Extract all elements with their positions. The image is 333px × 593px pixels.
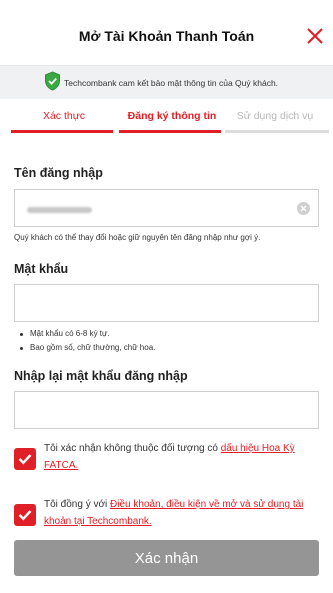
tab-use-service[interactable]: Sử dụng dịch vụ [225, 99, 329, 142]
tab-indicator [225, 130, 329, 133]
password-field[interactable] [14, 284, 319, 322]
password-label: Mật khẩu [14, 262, 69, 276]
terms-statement: Tôi đồng ý với [44, 499, 111, 510]
tab-label: Sử dụng dịch vụ [236, 110, 314, 122]
checkmark-icon [18, 510, 32, 521]
fatca-statement: Tôi xác nhận không thuộc đối tượng có [44, 443, 221, 454]
terms-consent: Tôi đồng ý với Điều khoản, điều kiện về … [14, 496, 319, 530]
shield-check-icon [45, 71, 60, 91]
password-rule: Bao gồm số, chữ thường, chữ hoa. [20, 341, 155, 355]
app-header: Mở Tài Khoản Thanh Toán [0, 0, 333, 66]
tab-register-info[interactable]: Đăng ký thông tin [119, 99, 225, 142]
tab-verify[interactable]: Xác thực [9, 99, 119, 142]
security-notice: Techcombank cam kết bảo mật thông tin củ… [0, 66, 333, 99]
checkmark-icon [18, 454, 32, 465]
confirm-password-label: Nhập lại mật khẩu đăng nhập [14, 369, 188, 383]
username-label: Tên đăng nhập [14, 166, 103, 180]
confirm-password-field[interactable] [14, 391, 319, 429]
password-rules: Mật khẩu có 6-8 ký tự. Bao gồm số, chữ t… [20, 327, 155, 355]
notice-text: Techcombank cam kết bảo mật thông tin củ… [64, 77, 279, 88]
terms-checkbox[interactable] [14, 504, 36, 526]
masked-value [27, 207, 92, 213]
fatca-checkbox[interactable] [14, 448, 36, 470]
terms-text: Tôi đồng ý với Điều khoản, điều kiện về … [44, 496, 309, 530]
tab-indicator [119, 130, 221, 133]
close-icon[interactable] [306, 27, 324, 45]
password-rule: Mật khẩu có 6-8 ký tự. [20, 327, 155, 341]
username-field[interactable] [14, 189, 319, 227]
tab-label: Đăng ký thông tin [127, 110, 217, 122]
fatca-text: Tôi xác nhận không thuộc đối tượng có dấ… [44, 440, 309, 474]
tab-label: Xác thực [42, 110, 86, 122]
tab-indicator [11, 130, 113, 133]
clear-icon[interactable] [297, 202, 310, 215]
page-title: Mở Tài Khoản Thanh Toán [78, 27, 255, 44]
fatca-consent: Tôi xác nhận không thuộc đối tượng có dấ… [14, 440, 319, 474]
username-hint: Quý khách có thể thay đổi hoặc giữ nguyê… [14, 233, 261, 242]
progress-tabs: Xác thực Đăng ký thông tin Sử dụng dịch … [0, 99, 333, 142]
confirm-button[interactable]: Xác nhận [14, 540, 319, 576]
